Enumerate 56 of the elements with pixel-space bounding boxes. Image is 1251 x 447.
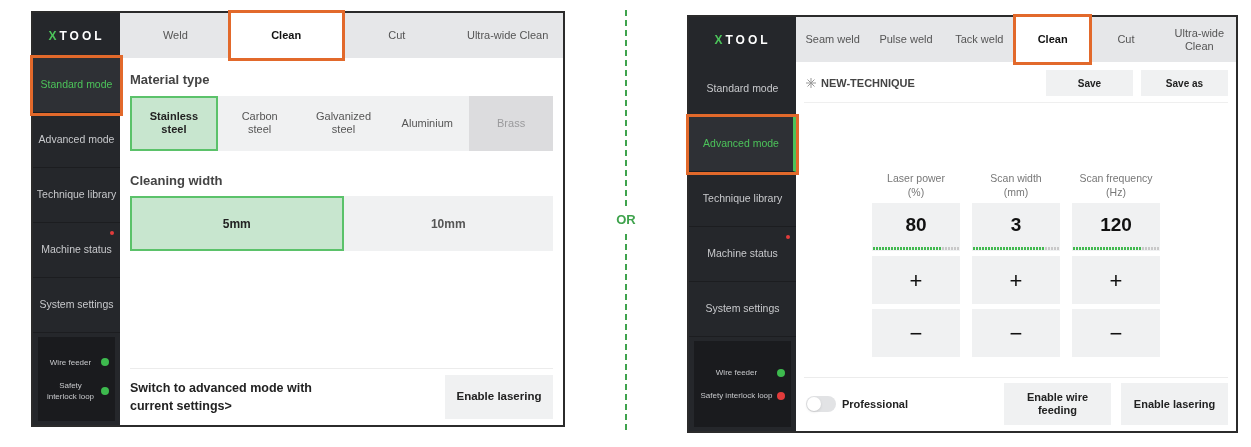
advanced-mode-link[interactable]: Switch to advanced mode with current settings> bbox=[130, 379, 445, 415]
status-label: Wire feeder bbox=[714, 367, 759, 378]
tab[interactable]: Cut bbox=[1089, 17, 1163, 62]
sidebar-item[interactable]: Machine status bbox=[689, 227, 796, 282]
sidebar-item[interactable]: System settings bbox=[689, 282, 796, 337]
sidebar-item[interactable]: Technique library bbox=[689, 172, 796, 227]
save-button[interactable]: Save bbox=[1046, 70, 1133, 96]
technique-name: NEW-TECHNIQUE bbox=[821, 75, 916, 91]
status-label: Safety interlock loop bbox=[700, 390, 773, 401]
tab[interactable]: Ultra-wide Clean bbox=[452, 13, 563, 58]
status-label: Safety interlock loop bbox=[45, 379, 96, 402]
width-option[interactable]: 5mm bbox=[130, 196, 344, 251]
param-label: Laser power (%) bbox=[886, 171, 946, 199]
tab[interactable]: Tack weld bbox=[942, 17, 1016, 62]
sidebar-item[interactable]: Technique library bbox=[33, 168, 120, 223]
tab[interactable]: Seam weld bbox=[796, 17, 870, 62]
param-value: 80 bbox=[904, 212, 928, 237]
sidebar-item[interactable]: Advanced mode bbox=[689, 117, 796, 172]
tab[interactable]: Weld bbox=[120, 13, 231, 58]
param-label: Scan frequency (Hz) bbox=[1078, 171, 1154, 199]
tab[interactable]: Cut bbox=[341, 13, 453, 58]
param-label: Scan width (mm) bbox=[989, 171, 1043, 199]
section-title: Material type bbox=[130, 71, 211, 89]
sparkle-icon bbox=[806, 78, 816, 88]
enable-lasering-button[interactable]: Enable lasering bbox=[1121, 383, 1228, 425]
sidebar-item[interactable]: System settings bbox=[33, 278, 120, 333]
sidebar-item[interactable]: Standard mode bbox=[33, 58, 120, 113]
decrease-button[interactable]: − bbox=[972, 309, 1060, 357]
param-value: 3 bbox=[1009, 212, 1023, 237]
toggle-label: Professional bbox=[842, 396, 910, 412]
logo: XTOOL bbox=[714, 31, 771, 49]
logo: XTOOL bbox=[48, 27, 105, 45]
material-option[interactable]: Galvanized steel bbox=[301, 95, 386, 151]
tab[interactable]: Ultra-wide Clean bbox=[1162, 17, 1236, 62]
increase-button[interactable]: + bbox=[1072, 256, 1160, 304]
save-as-button[interactable]: Save as bbox=[1141, 70, 1228, 96]
increase-button[interactable]: + bbox=[872, 256, 960, 304]
material-option[interactable]: Carbon steel bbox=[217, 95, 302, 151]
enable-wire-feeding-button[interactable]: Enable wire feeding bbox=[1004, 383, 1111, 425]
increase-button[interactable]: + bbox=[972, 256, 1060, 304]
decrease-button[interactable]: − bbox=[1072, 309, 1160, 357]
tab[interactable]: Pulse weld bbox=[869, 17, 943, 62]
decrease-button[interactable]: − bbox=[872, 309, 960, 357]
or-label: OR bbox=[616, 211, 636, 230]
enable-lasering-button[interactable]: Enable lasering bbox=[445, 375, 553, 419]
sidebar-item[interactable]: Machine status bbox=[33, 223, 120, 278]
tab[interactable]: Clean bbox=[230, 13, 342, 58]
material-option[interactable]: Stainless steel bbox=[130, 95, 218, 151]
status-label: Wire feeder bbox=[48, 356, 93, 368]
material-option[interactable]: Aluminium bbox=[385, 95, 470, 151]
tab[interactable]: Clean bbox=[1016, 17, 1090, 62]
toggle-switch[interactable] bbox=[806, 396, 836, 412]
param-value: 120 bbox=[1099, 212, 1133, 237]
sidebar-item[interactable]: Advanced mode bbox=[33, 113, 120, 168]
section-title: Cleaning width bbox=[130, 171, 224, 190]
width-option[interactable]: 10mm bbox=[343, 196, 553, 251]
